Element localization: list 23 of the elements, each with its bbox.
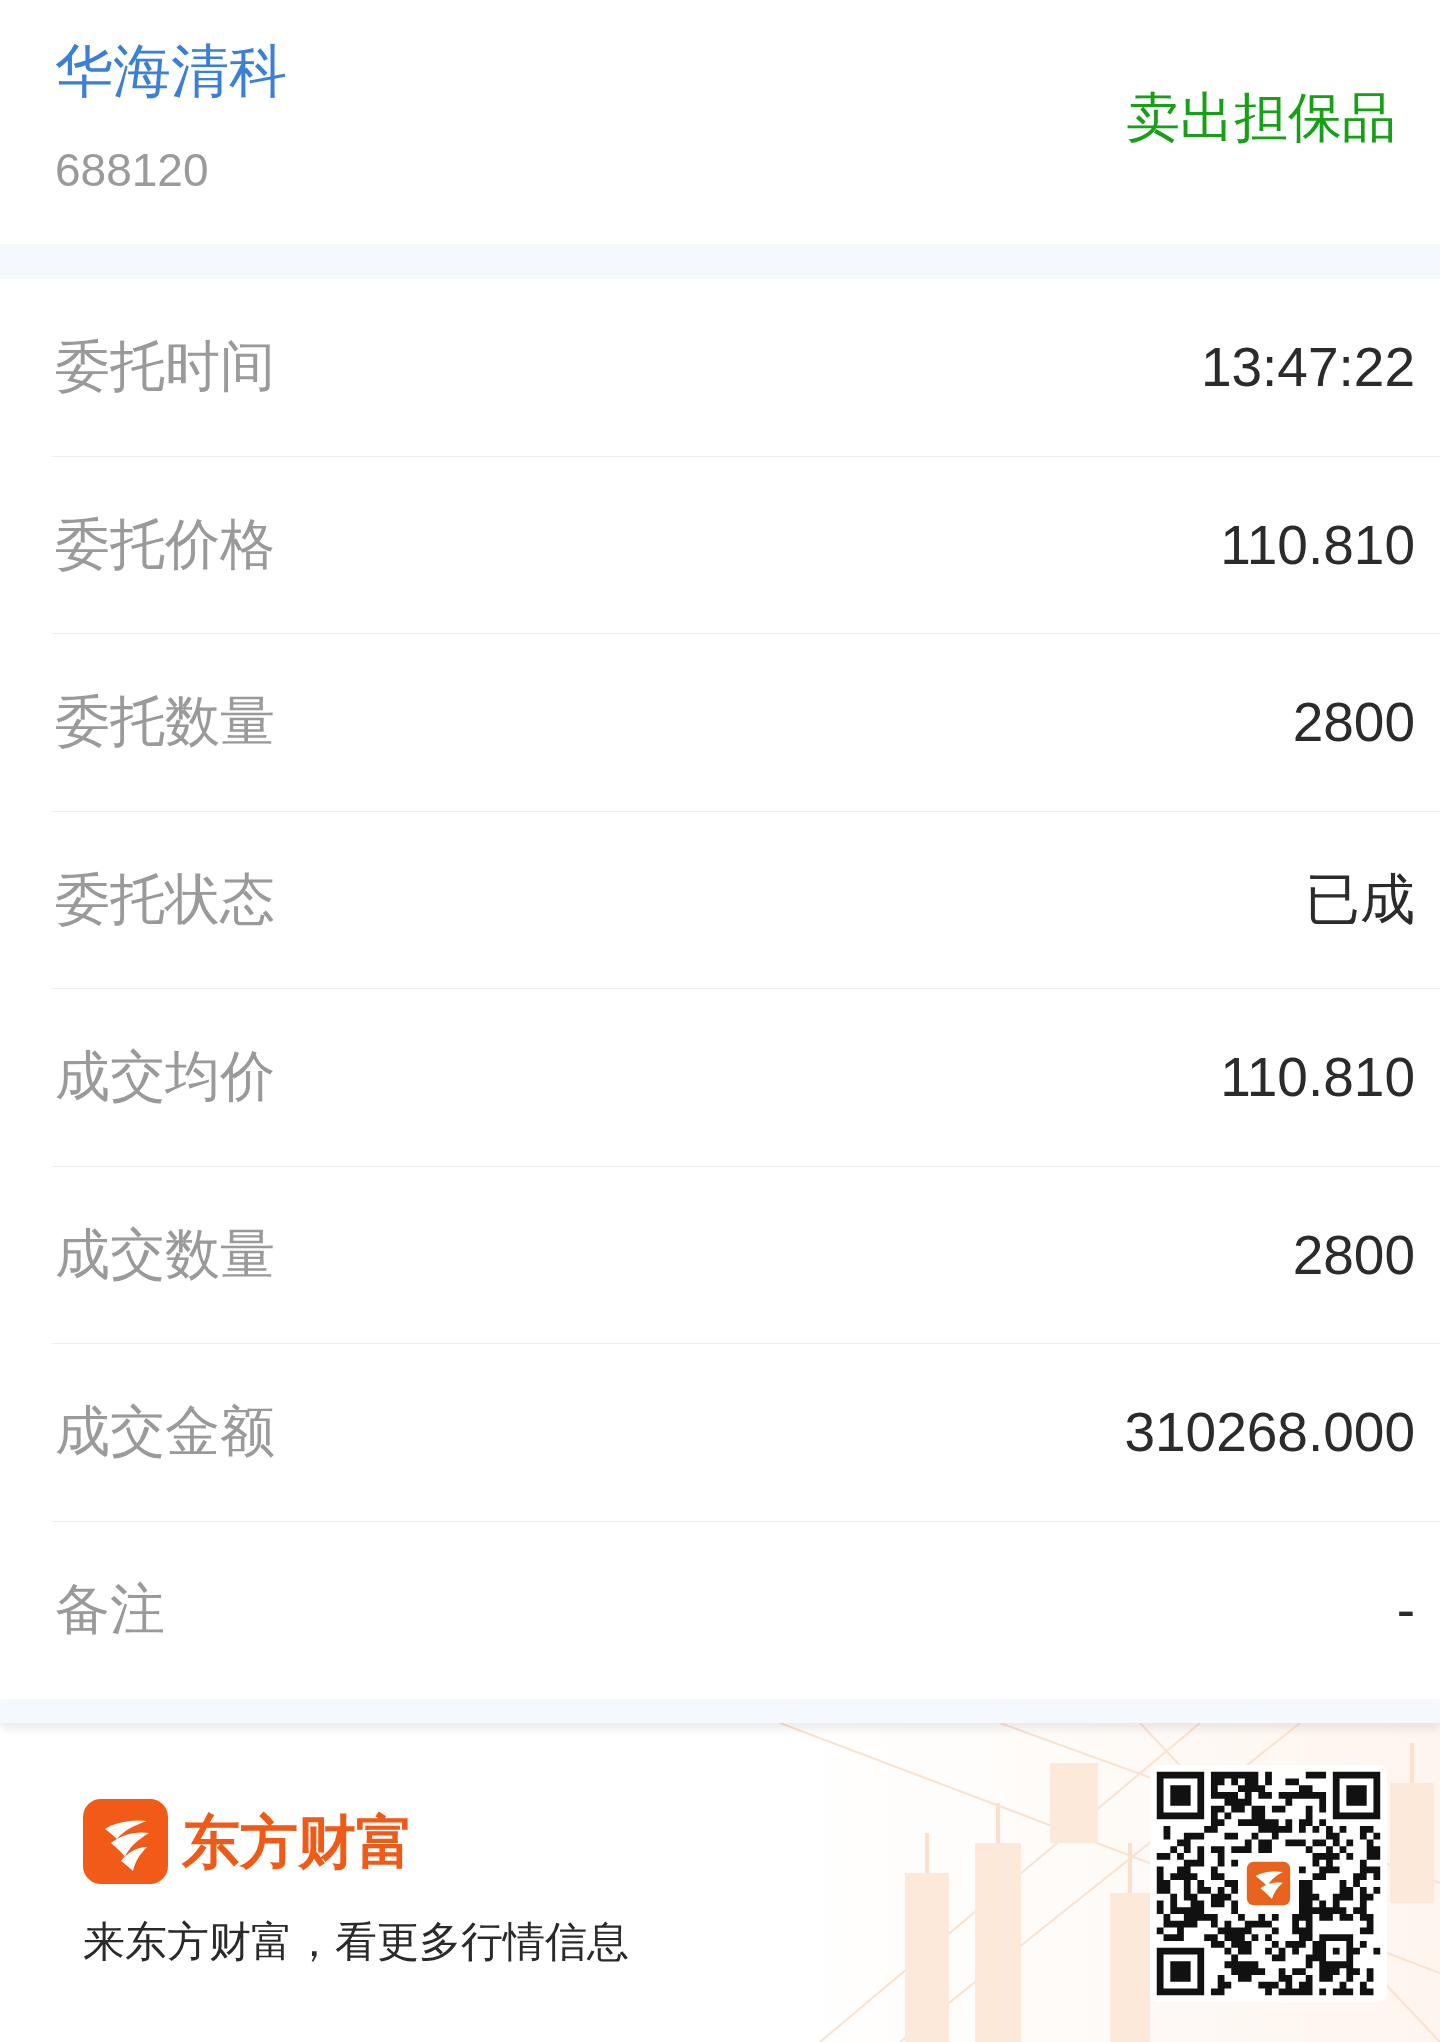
detail-label: 成交金额 bbox=[55, 1399, 275, 1465]
detail-value: 110.810 bbox=[1220, 512, 1415, 577]
detail-label: 委托数量 bbox=[55, 689, 275, 755]
stock-name-link[interactable]: 华海清科 bbox=[55, 36, 287, 106]
detail-value: 已成 bbox=[1305, 866, 1415, 932]
detail-label: 委托状态 bbox=[55, 866, 275, 932]
qr-code-icon bbox=[1150, 1765, 1387, 2002]
order-type-label: 卖出担保品 bbox=[1126, 86, 1396, 149]
detail-label: 成交均价 bbox=[55, 1044, 275, 1110]
detail-label: 委托时间 bbox=[55, 334, 275, 400]
tagline: 来东方财富，看更多行情信息 bbox=[83, 1917, 629, 1967]
detail-value: - bbox=[1396, 1578, 1415, 1643]
detail-value: 110.810 bbox=[1220, 1045, 1415, 1110]
detail-value: 310268.000 bbox=[1124, 1400, 1415, 1465]
logo-icon bbox=[83, 1799, 168, 1884]
detail-label: 委托价格 bbox=[55, 511, 275, 577]
detail-label: 成交数量 bbox=[55, 1221, 275, 1287]
detail-value: 2800 bbox=[1292, 690, 1415, 755]
detail-label: 备注 bbox=[55, 1577, 165, 1643]
detail-value: 13:47:22 bbox=[1200, 335, 1415, 400]
stock-code: 688120 bbox=[55, 143, 210, 198]
brand-name: 东方财富 bbox=[182, 1807, 414, 1876]
detail-value: 2800 bbox=[1292, 1222, 1415, 1287]
